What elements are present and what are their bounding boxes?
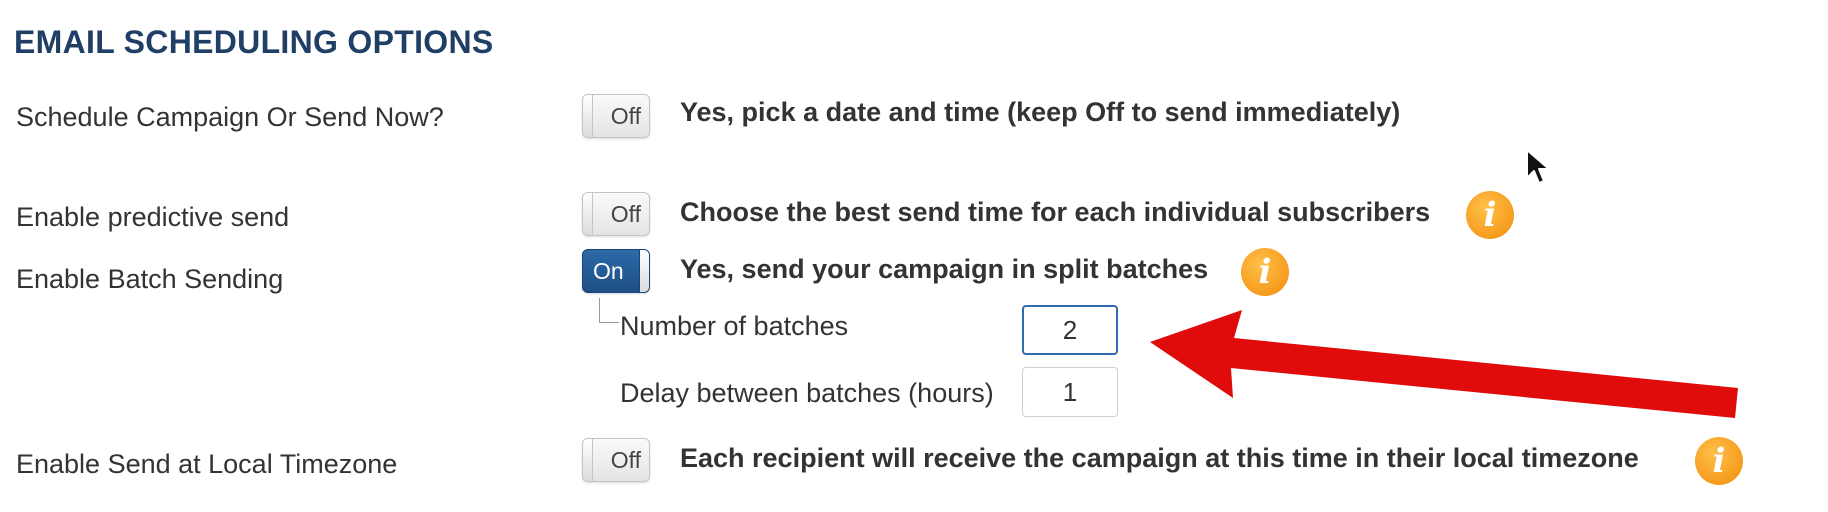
annotation-arrow-shape (1150, 310, 1738, 418)
annotation-arrow (1150, 310, 1738, 418)
mouse-cursor-icon (1526, 149, 1550, 184)
